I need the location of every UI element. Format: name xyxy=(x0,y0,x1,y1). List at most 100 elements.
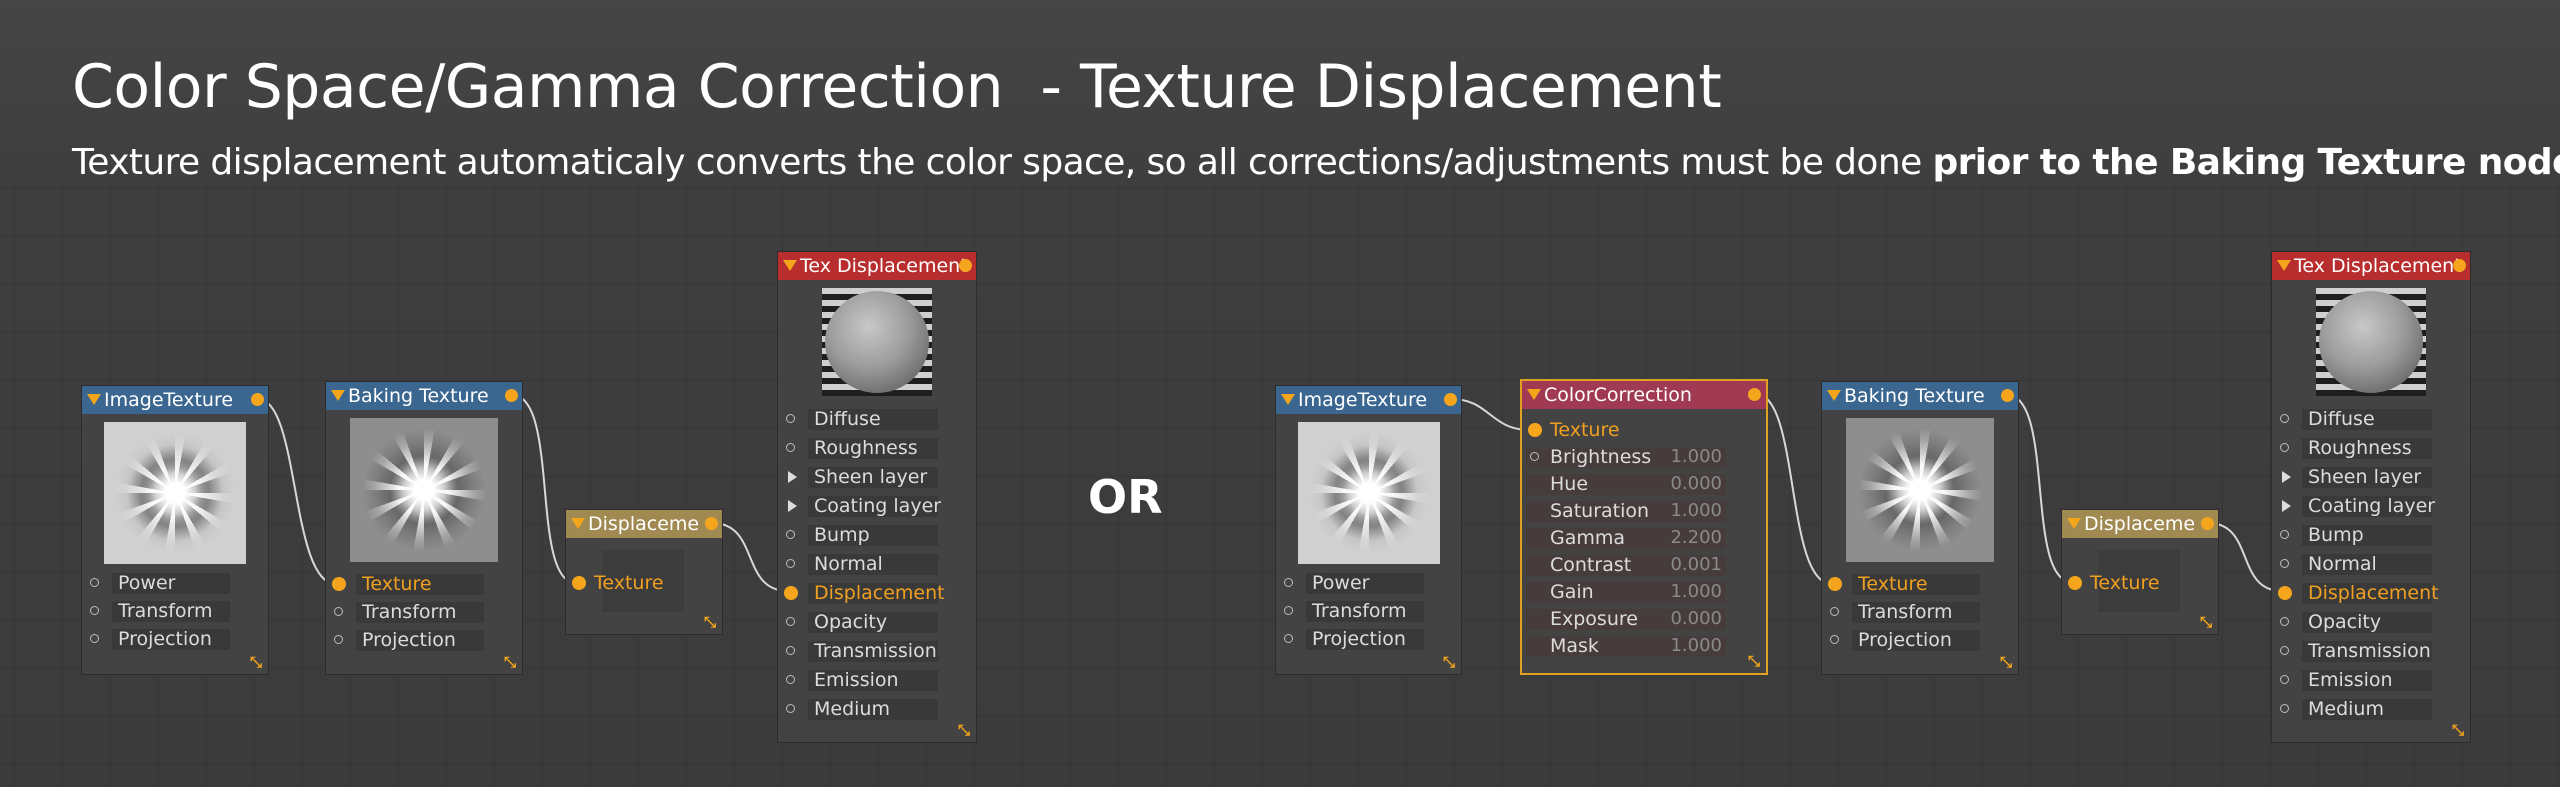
port-transform[interactable]: Transform xyxy=(1276,598,1461,624)
collapse-triangle-icon[interactable] xyxy=(1827,390,1841,401)
port-contrast[interactable]: Contrast 0.001 xyxy=(1522,552,1766,578)
port-displacement[interactable]: Displacement xyxy=(2272,580,2470,606)
port-gain[interactable]: Gain 1.000 xyxy=(1522,579,1766,605)
port-sheen-layer[interactable]: Sheen layer xyxy=(778,464,976,490)
resize-handle-icon[interactable]: ⤡ xyxy=(248,654,264,670)
expand-triangle-icon[interactable] xyxy=(2282,500,2291,512)
node-header[interactable]: Baking Texture xyxy=(1822,382,2018,410)
port-transmission[interactable]: Transmission xyxy=(2272,638,2470,664)
node-header[interactable]: Tex Displacement xyxy=(2272,252,2470,280)
port-diffuse[interactable]: Diffuse xyxy=(778,406,976,432)
node-header[interactable]: ColorCorrection xyxy=(1522,381,1766,409)
port-power[interactable]: Power xyxy=(1276,570,1461,596)
collapse-triangle-icon[interactable] xyxy=(1281,394,1295,405)
port-projection[interactable]: Projection xyxy=(1822,627,2018,653)
port-hue[interactable]: Hue 0.000 xyxy=(1522,471,1766,497)
node-header[interactable]: Displaceme xyxy=(2062,510,2218,538)
port-normal[interactable]: Normal xyxy=(778,551,976,577)
image-texture-node-left[interactable]: ImageTexture Power Transform Projection … xyxy=(82,386,268,674)
port-projection[interactable]: Projection xyxy=(82,626,268,652)
output-pin[interactable] xyxy=(2453,259,2466,272)
node-header[interactable]: Baking Texture xyxy=(326,382,522,410)
expand-triangle-icon[interactable] xyxy=(2282,471,2291,483)
collapse-triangle-icon[interactable] xyxy=(87,394,101,405)
port-roughness[interactable]: Roughness xyxy=(778,435,976,461)
wire-colorcorrection-to-baking xyxy=(1755,393,1833,585)
tex-displacement-node-right[interactable]: Tex Displacement Diffuse Roughness Sheen… xyxy=(2272,252,2470,742)
baking-texture-node-left[interactable]: Baking Texture Texture Transform Project… xyxy=(326,382,522,674)
resize-handle-icon[interactable]: ⤡ xyxy=(956,722,972,738)
port-diffuse[interactable]: Diffuse xyxy=(2272,406,2470,432)
resize-handle-icon[interactable]: ⤡ xyxy=(1441,654,1457,670)
resize-handle-icon[interactable]: ⤡ xyxy=(2450,722,2466,738)
texture-preview-image xyxy=(104,422,246,564)
displacement-node-left[interactable]: Displaceme Texture ⤡ xyxy=(566,510,722,634)
port-medium[interactable]: Medium xyxy=(778,696,976,722)
port-emission[interactable]: Emission xyxy=(778,667,976,693)
output-pin[interactable] xyxy=(2001,389,2014,402)
node-title: Tex Displacement xyxy=(800,255,968,277)
resize-handle-icon[interactable]: ⤡ xyxy=(702,614,718,630)
collapse-triangle-icon[interactable] xyxy=(331,390,345,401)
node-title: ImageTexture xyxy=(104,389,234,411)
port-transform[interactable]: Transform xyxy=(82,598,268,624)
port-gamma[interactable]: Gamma 2.200 xyxy=(1522,525,1766,551)
port-transform[interactable]: Transform xyxy=(326,599,522,625)
color-correction-node[interactable]: ColorCorrection Texture Brightness 1.000 … xyxy=(1522,381,1766,673)
port-saturation[interactable]: Saturation 1.000 xyxy=(1522,498,1766,524)
node-header[interactable]: ImageTexture xyxy=(1276,386,1461,414)
port-medium[interactable]: Medium xyxy=(2272,696,2470,722)
resize-handle-icon[interactable]: ⤡ xyxy=(2198,614,2214,630)
output-pin[interactable] xyxy=(705,517,718,530)
wire-displacement-to-texdisp-right xyxy=(2207,522,2283,592)
port-projection[interactable]: Projection xyxy=(1276,626,1461,652)
port-coating-layer[interactable]: Coating layer xyxy=(778,493,976,519)
output-pin[interactable] xyxy=(2201,517,2214,530)
port-texture[interactable]: Texture xyxy=(1822,571,2018,597)
port-power[interactable]: Power xyxy=(82,570,268,596)
expand-triangle-icon[interactable] xyxy=(788,471,797,483)
node-header[interactable]: ImageTexture xyxy=(82,386,268,414)
output-pin[interactable] xyxy=(251,393,264,406)
displacement-node-right[interactable]: Displaceme Texture ⤡ xyxy=(2062,510,2218,634)
port-texture[interactable]: Texture xyxy=(2062,570,2218,596)
output-pin[interactable] xyxy=(1748,388,1761,401)
port-exposure[interactable]: Exposure 0.000 xyxy=(1522,606,1766,632)
resize-handle-icon[interactable]: ⤡ xyxy=(502,654,518,670)
port-coating-layer[interactable]: Coating layer xyxy=(2272,493,2470,519)
port-normal[interactable]: Normal xyxy=(2272,551,2470,577)
collapse-triangle-icon[interactable] xyxy=(1527,389,1541,400)
node-header[interactable]: Tex Displacement xyxy=(778,252,976,280)
collapse-triangle-icon[interactable] xyxy=(2067,518,2081,529)
port-transmission[interactable]: Transmission xyxy=(778,638,976,664)
port-opacity[interactable]: Opacity xyxy=(778,609,976,635)
port-brightness[interactable]: Brightness 1.000 xyxy=(1522,444,1766,470)
collapse-triangle-icon[interactable] xyxy=(783,260,797,271)
port-projection[interactable]: Projection xyxy=(326,627,522,653)
port-opacity[interactable]: Opacity xyxy=(2272,609,2470,635)
collapse-triangle-icon[interactable] xyxy=(571,518,585,529)
port-bump[interactable]: Bump xyxy=(2272,522,2470,548)
resize-handle-icon[interactable]: ⤡ xyxy=(1746,653,1762,669)
resize-handle-icon[interactable]: ⤡ xyxy=(1998,654,2014,670)
port-transform[interactable]: Transform xyxy=(1822,599,2018,625)
port-bump[interactable]: Bump xyxy=(778,522,976,548)
node-header[interactable]: Displaceme xyxy=(566,510,722,538)
output-pin[interactable] xyxy=(959,259,972,272)
baked-texture-preview-image xyxy=(350,418,498,562)
tex-displacement-node-left[interactable]: Tex Displacement Diffuse Roughness Sheen… xyxy=(778,252,976,742)
port-emission[interactable]: Emission xyxy=(2272,667,2470,693)
port-texture[interactable]: Texture xyxy=(566,570,722,596)
port-texture[interactable]: Texture xyxy=(1522,417,1766,443)
port-mask[interactable]: Mask 1.000 xyxy=(1522,633,1766,659)
collapse-triangle-icon[interactable] xyxy=(2277,260,2291,271)
expand-triangle-icon[interactable] xyxy=(788,500,797,512)
image-texture-node-right[interactable]: ImageTexture Power Transform Projection … xyxy=(1276,386,1461,674)
port-sheen-layer[interactable]: Sheen layer xyxy=(2272,464,2470,490)
port-texture[interactable]: Texture xyxy=(326,571,522,597)
port-roughness[interactable]: Roughness xyxy=(2272,435,2470,461)
output-pin[interactable] xyxy=(1444,393,1457,406)
baking-texture-node-right[interactable]: Baking Texture Texture Transform Project… xyxy=(1822,382,2018,674)
output-pin[interactable] xyxy=(505,389,518,402)
port-displacement[interactable]: Displacement xyxy=(778,580,976,606)
